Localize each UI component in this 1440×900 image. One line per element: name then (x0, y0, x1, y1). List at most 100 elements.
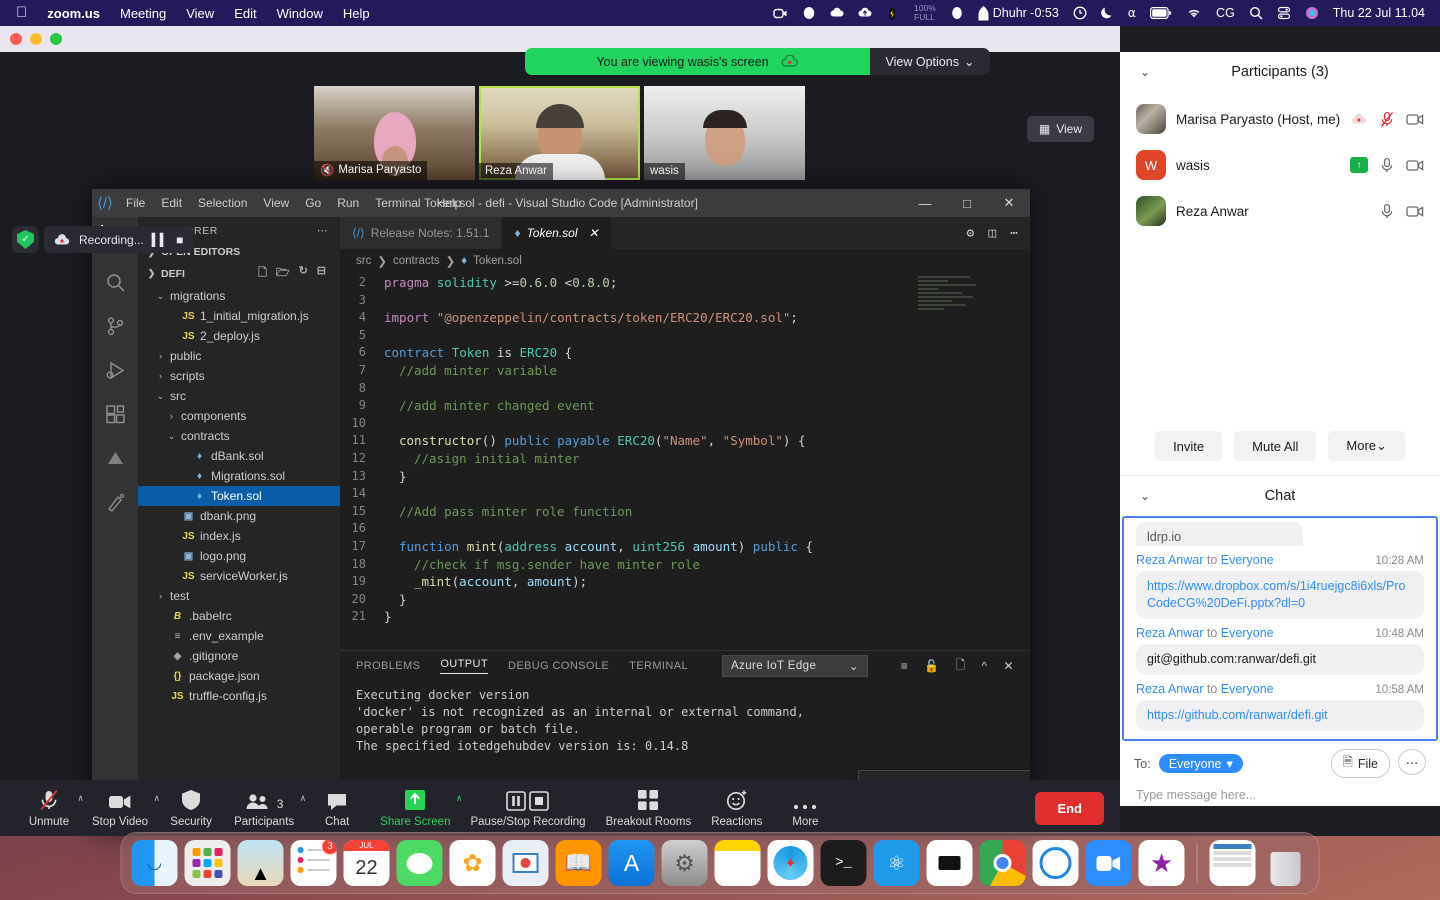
keynote-icon[interactable] (502, 840, 549, 886)
preview-icon[interactable]: ▲ (237, 840, 284, 886)
collapse-all-icon[interactable]: ⊟ (317, 264, 326, 283)
terminal-icon[interactable]: >_ (820, 840, 867, 886)
participant-row[interactable]: Marisa Paryasto (Host, me) (1120, 96, 1440, 142)
participant-row[interactable]: Reza Anwar (1120, 188, 1440, 234)
panel-tab-output[interactable]: OUTPUT (440, 658, 488, 674)
tree-item-migrations[interactable]: ⌄ migrations (138, 286, 340, 306)
tree-item-test[interactable]: › test (138, 586, 340, 606)
toolbar-breakout-rooms-button[interactable]: Breakout Rooms (596, 789, 702, 828)
minimize-window-button[interactable] (30, 33, 42, 45)
toolbar-chat-button[interactable]: Chat (304, 789, 370, 828)
menu-edit[interactable]: Edit (224, 6, 266, 21)
vscode-menu-file[interactable]: File (118, 196, 153, 210)
video-icon[interactable] (1406, 113, 1424, 126)
chrome-icon[interactable] (979, 840, 1026, 886)
end-meeting-button[interactable]: End (1035, 791, 1104, 825)
tab-close-icon[interactable]: ✕ (589, 226, 599, 240)
status-input-source[interactable]: CG (1209, 6, 1242, 20)
tree-item-dbank-sol[interactable]: ♦ dBank.sol (138, 446, 340, 466)
tree-item-truffle-config-js[interactable]: JS truffle-config.js (138, 686, 340, 706)
run-build-task-icon[interactable]: ⚙ (967, 226, 975, 241)
menu-view[interactable]: View (176, 6, 224, 21)
tree-item-logo-png[interactable]: ▣ logo.png (138, 546, 340, 566)
status-siri-icon[interactable] (1298, 6, 1326, 20)
calendar-icon[interactable]: JUL 22 (343, 840, 390, 886)
status-spotlight-icon[interactable] (1242, 6, 1270, 20)
tree-item--gitignore[interactable]: ◈ .gitignore (138, 646, 340, 666)
vscode-maximize-button[interactable]: □ (946, 189, 988, 217)
skype-icon[interactable] (1032, 840, 1079, 886)
mic-icon[interactable] (1378, 203, 1396, 220)
toolbar-pause-stop-recording-button[interactable]: Pause/Stop Recording (460, 789, 595, 828)
maximize-panel-icon[interactable]: ^ (982, 659, 988, 673)
toolbar-share-screen-button[interactable]: Share Screen ∧ (370, 789, 462, 828)
more-participants-button[interactable]: More⌄ (1328, 431, 1405, 461)
status-camera-icon[interactable] (766, 7, 795, 20)
status-battery-charge-icon[interactable] (879, 6, 905, 21)
platformio-icon[interactable] (102, 489, 128, 515)
status-dropbox2-icon[interactable] (943, 6, 971, 20)
invite-button[interactable]: Invite (1155, 431, 1223, 461)
video-tile-reza[interactable]: Reza Anwar (479, 86, 640, 180)
menu-zoom-us[interactable]: zoom.us (37, 6, 110, 21)
status-timemachine-icon[interactable] (1066, 6, 1094, 20)
chat-more-button[interactable]: ⋯ (1398, 749, 1426, 775)
tree-item-contracts[interactable]: ⌄ contracts (138, 426, 340, 446)
mic-icon[interactable] (1378, 157, 1396, 174)
close-panel-icon[interactable]: ✕ (1004, 659, 1014, 673)
trash-icon[interactable] (1263, 840, 1309, 886)
split-panel-icon[interactable]: 🗋 (955, 656, 965, 677)
chat-messages[interactable]: ldrp.io Reza Anwar to Everyone 10:28 AM ht… (1122, 516, 1438, 741)
toolbar-participants-button[interactable]: 3 Participants ∧ (224, 789, 306, 828)
status-clock[interactable]: Thu 22 Jul 11.04 (1326, 6, 1432, 20)
reminders-icon[interactable]: 3 (290, 840, 337, 886)
collapse-chat-icon[interactable]: ⌄ (1140, 489, 1150, 503)
explorer-more-icon[interactable]: ⋯ (317, 225, 328, 237)
menu-window[interactable]: Window (267, 6, 333, 21)
panel-tab-problems[interactable]: PROBLEMS (356, 660, 420, 672)
tree-item-token-sol[interactable]: ♦ Token.sol (138, 486, 340, 506)
extensions-icon[interactable] (102, 401, 128, 427)
tree-item-scripts[interactable]: › scripts (138, 366, 340, 386)
status-battery-icon[interactable] (1143, 7, 1179, 19)
chat-input[interactable]: Type message here... (1134, 778, 1426, 802)
mic-muted-icon[interactable] (1378, 111, 1396, 128)
tree-item-public[interactable]: › public (138, 346, 340, 366)
apple-menu-icon[interactable]:  (8, 5, 37, 22)
status-prayer-time[interactable]: Dhuhr -0:53 (971, 5, 1066, 21)
status-dropbox-icon[interactable] (795, 6, 823, 20)
split-editor-icon[interactable]: ◫ (988, 226, 996, 241)
close-window-button[interactable] (10, 33, 22, 45)
source-control-icon[interactable] (102, 313, 128, 339)
photos-icon[interactable]: ✿ (449, 840, 496, 886)
toolbar-reactions-button[interactable]: Reactions (701, 789, 772, 828)
status-do-not-disturb-icon[interactable] (1094, 6, 1121, 20)
refresh-icon[interactable]: ↻ (299, 264, 308, 283)
toolbar-unmute-button[interactable]: Unmute ∧ (16, 789, 84, 828)
search-icon[interactable] (102, 269, 128, 295)
chat-recipient-select[interactable]: Everyone ▾ (1158, 754, 1243, 773)
toolbar-security-button[interactable]: Security (158, 789, 224, 828)
menu-help[interactable]: Help (333, 6, 380, 21)
breadcrumb-contracts[interactable]: contracts (393, 255, 440, 267)
messages-icon[interactable] (396, 840, 443, 886)
arduino-icon[interactable] (926, 840, 973, 886)
video-tile-marisa[interactable]: 🔇 Marisa Paryasto (314, 86, 475, 180)
chat-message-body[interactable]: https://github.com/ranwar/defi.git (1136, 700, 1424, 731)
tree-item-2-deploy-js[interactable]: JS 2_deploy.js (138, 326, 340, 346)
status-bluetooth-icon[interactable]: ⍺ (1121, 7, 1143, 20)
documents-stack-icon[interactable] (1209, 840, 1256, 886)
azure-icon[interactable] (102, 445, 128, 471)
launchpad-icon[interactable] (184, 840, 231, 886)
participant-row[interactable]: Wwasis ↑ (1120, 142, 1440, 188)
view-layout-button[interactable]: ▦ View (1026, 116, 1094, 142)
menu-meeting[interactable]: Meeting (110, 6, 176, 21)
vscode-menu-selection[interactable]: Selection (190, 196, 255, 210)
notes-icon[interactable] (714, 840, 761, 886)
tab-release-notes[interactable]: ⟨/⟩ Release Notes: 1.51.1 (340, 217, 503, 249)
toolbar-stop-video-button[interactable]: Stop Video ∧ (82, 789, 160, 828)
tree-item--babelrc[interactable]: Β .babelrc (138, 606, 340, 626)
vscode-menu-run[interactable]: Run (329, 196, 367, 210)
vscode-menu-help[interactable]: Help (429, 196, 470, 210)
status-control-center-icon[interactable] (1270, 6, 1298, 20)
